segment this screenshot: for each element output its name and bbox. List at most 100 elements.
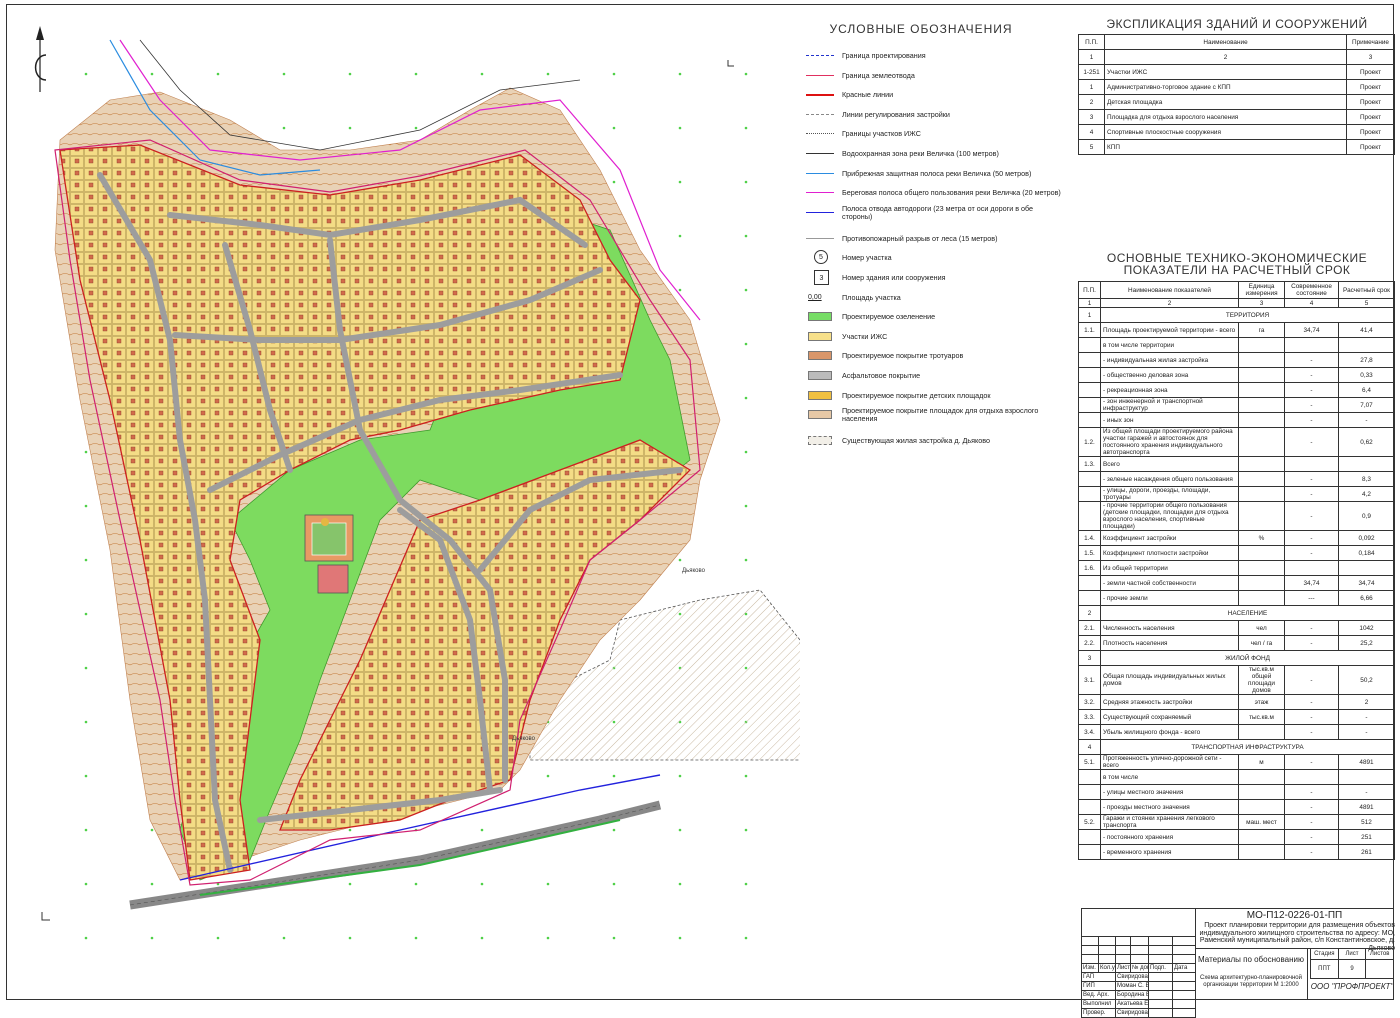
indicators-cell: Из общей территории [1100,560,1239,576]
indicators-cell: 1.6. [1078,560,1101,576]
legend-item: Асфальтовое покрытие [806,366,1066,386]
legend-item: Проектируемое озеленение [806,307,1066,327]
indicators-cell: - [1284,694,1339,710]
stage-head-row: Стадия Лист Листов [1310,948,1394,960]
indicators-section-title: ТЕРРИТОРИЯ [1100,307,1395,323]
explication-cell: 1-251 [1078,64,1105,80]
legend-label: Проектируемое озеленение [842,312,936,322]
indicators-cell: - проезды местного значения [1100,799,1239,815]
indicators-cell: - [1284,844,1339,860]
stage-value-cell: ППТ [1310,959,1339,979]
legend: УСЛОВНЫЕ ОБОЗНАЧЕНИЯ Граница проектирова… [806,22,1066,451]
indicators-cell: - [1338,724,1395,740]
indicators-cell: 41,4 [1338,322,1395,338]
legend-label: Граница проектирования [842,51,926,60]
stamp-empty-cell [1098,936,1116,946]
explication-number-row: 123 [1078,49,1395,65]
indicators-header-cell: Наименование показателей [1100,281,1239,299]
indicators-section-title: ЖИЛОЙ ФОНД [1100,650,1395,666]
indicators-cell: Из общей площади проектируемого района у… [1100,427,1239,457]
indicators-cell: - [1284,501,1339,531]
indicators-cell: - [1284,352,1339,368]
explication-header-cell: Наименование [1104,34,1347,50]
indicators-row: - зеленые насаждения общего пользования -… [1078,471,1395,487]
indicators-cell [1238,471,1285,487]
legend-item: 0,00 Площадь участка [806,288,1066,308]
explication-cell: Проект [1346,79,1395,95]
indicators-cell: 4,2 [1338,486,1395,502]
indicators-cell: 4891 [1338,799,1395,815]
indicators-cell [1078,486,1101,502]
legend-symbol [806,346,838,366]
indicators-cell: - [1284,427,1339,457]
indicators-cell: 1.5. [1078,545,1101,561]
indicators-cell: тыс.кв.м [1238,709,1285,725]
stamp-head-cell: Подп. [1148,963,1173,973]
explication-row: 3 Площадка для отдыха взрослого населения… [1078,109,1395,125]
indicators-row: 3.4. Убыль жилищного фонда - всего - - [1078,724,1395,740]
indicators-cell: Коэффициент плотности застройки [1100,545,1239,561]
indicators-cell: - зеленые насаждения общего пользования [1100,471,1239,487]
indicators-cell [1238,590,1285,606]
indicators-cell: % [1238,530,1285,546]
explication-cell: Проект [1346,94,1395,110]
indicators-cell: м [1238,754,1285,770]
indicators-cell: - [1284,799,1339,815]
indicators-cell: 4891 [1338,754,1395,770]
indicators-cell: Существующий сохраняемый [1100,709,1239,725]
indicators-cell [1078,575,1101,591]
legend-label: Красные линии [842,90,894,100]
indicators-cell: 1042 [1338,620,1395,636]
explication-row: 2 Детская площадка Проект [1078,94,1395,110]
legend-item: 5 Номер участка [806,248,1066,268]
legend-symbol [806,366,838,386]
indicators-cell: - [1284,829,1339,845]
indicators-cell: 0,33 [1338,367,1395,383]
indicators-cell [1284,337,1339,353]
indicators-cell: 0,9 [1338,501,1395,531]
legend-line-swatch [806,55,834,56]
legend-item: Противопожарный разрыв от леса (15 метро… [806,229,1066,249]
legend-symbol [806,307,838,327]
indicators-cell [1238,501,1285,531]
indicators-cell: в том числе [1100,769,1239,785]
indicators-cell: - [1284,397,1339,413]
indicators-cell: - [1284,412,1339,428]
stamp-empty-cell [1130,936,1149,946]
stamp-role: Вед. Арх. [1081,990,1116,1000]
stage-value-row: ППТ 9 [1310,959,1394,979]
legend-symbol [806,203,838,223]
indicators-cell: - прочие территории общего пользования (… [1100,501,1239,531]
explication-row: 1 Административно-торговое здание с КПП Пр… [1078,79,1395,95]
indicators-cell: 2 [1078,605,1101,621]
legend-symbol [806,405,838,425]
legend-item: Прибрежная защитная полоса реки Величка … [806,164,1066,184]
legend-line-swatch [806,133,834,135]
indicators-row: - улицы, дороги, проезды, площади, троту… [1078,486,1395,502]
indicators-row: в том числе [1078,769,1395,785]
indicators-cell: - улицы местного значения [1100,784,1239,800]
indicators-cell [1338,769,1395,785]
indicators-cell [1078,352,1101,368]
indicators-cell: 1.2. [1078,427,1101,457]
legend-item: Существующая жилая застройка д. Дьяково [806,431,1066,451]
legend-area-symbol: 0,00 [808,293,822,301]
title-block-divider [1195,908,1196,1000]
legend-circle-symbol: 5 [814,250,828,265]
indicators-cell: 2.2. [1078,635,1101,651]
indicators-row: 1 ТЕРРИТОРИЯ [1078,307,1395,323]
legend-label: Противопожарный разрыв от леса (15 метро… [842,233,998,243]
indicators-cell: - [1284,486,1339,502]
indicators-cell: - [1284,665,1339,695]
indicators-cell [1078,784,1101,800]
legend-line-swatch [806,113,834,115]
stamp-head-cell: Дата [1172,963,1196,973]
stamp-person-row: ВыполнилАкатьева Е.Е. [1081,999,1196,1009]
indicators-row: 1.6. Из общей территории [1078,560,1395,576]
indicators-cell: - зон инженерной и транспортной инфрастр… [1100,397,1239,413]
legend-symbol: 3 [806,268,838,288]
legend-label: Номер участка [842,253,892,263]
stamp-empty-cell [1115,945,1131,955]
legend-label: Существующая жилая застройка д. Дьяково [842,436,990,446]
legend-symbol [806,144,838,164]
